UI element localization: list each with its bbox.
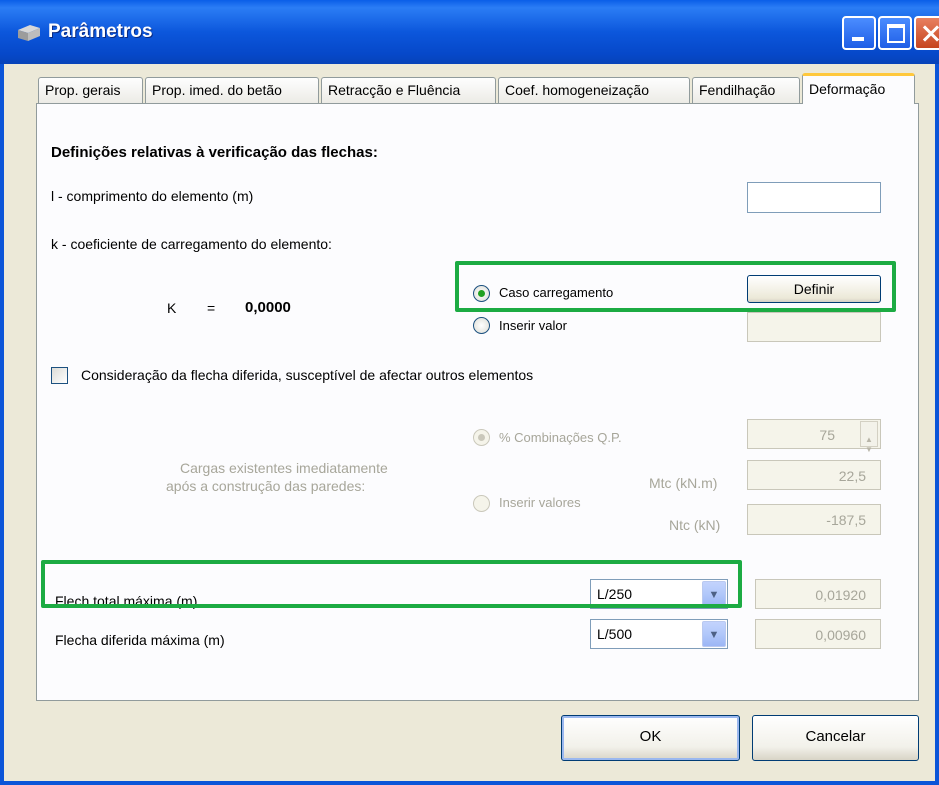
title-bar[interactable]: Parâmetros	[0, 0, 939, 64]
define-button[interactable]: Definir	[747, 275, 881, 303]
flecha-total-label: Flech total máxima (m)	[55, 593, 198, 609]
app-icon	[18, 25, 40, 41]
length-input[interactable]	[747, 182, 881, 213]
flecha-total-value[interactable]: 0,01920	[755, 579, 881, 609]
deformacao-panel: Definições relativas à verificação das f…	[36, 103, 919, 701]
tab-deformacao[interactable]: Deformação	[802, 73, 915, 104]
k-symbol: K	[167, 300, 177, 316]
mtc-input[interactable]: 22,5	[747, 460, 881, 490]
window-title: Parâmetros	[48, 21, 153, 42]
length-label: l - comprimento do elemento (m)	[51, 188, 254, 204]
radio-inserir-valor-label[interactable]: Inserir valor	[499, 318, 567, 333]
radio-inserir-valores-label[interactable]: Inserir valores	[499, 495, 581, 510]
mtc-label: Mtc (kN.m)	[649, 475, 718, 491]
radio-caso-carregamento[interactable]	[473, 285, 490, 302]
radio-inserir-valor[interactable]	[473, 317, 490, 334]
radio-inserir-valores[interactable]	[473, 495, 490, 512]
parameters-dialog: Parâmetros Prop. gerais Prop. imed. do b…	[0, 0, 939, 785]
flecha-total-select-value: L/250	[597, 586, 633, 602]
flecha-diferida-select[interactable]: L/500 ▼	[590, 619, 728, 649]
combinacoes-value: 75	[819, 427, 835, 443]
tab-coef-homogeneizacao[interactable]: Coef. homogeneização	[498, 77, 690, 103]
combinacoes-spinner[interactable]: ▲ ▼	[860, 421, 878, 454]
cancel-button[interactable]: Cancelar	[752, 715, 919, 761]
flecha-diferida-label: Flecha diferida máxima (m)	[55, 632, 225, 648]
flecha-diferida-value[interactable]: 0,00960	[755, 619, 881, 649]
ntc-label: Ntc (kN)	[669, 517, 721, 533]
chevron-down-icon[interactable]: ▼	[702, 621, 726, 647]
deferred-deflection-label[interactable]: Consideração da flecha diferida, suscept…	[81, 367, 533, 383]
k-label: k - coeficiente de carregamento do eleme…	[51, 236, 332, 252]
flecha-diferida-select-value: L/500	[597, 626, 633, 642]
deferred-deflection-checkbox[interactable]	[51, 367, 68, 384]
tab-prop-gerais[interactable]: Prop. gerais	[38, 77, 143, 103]
k-equals: =	[207, 300, 216, 316]
chevron-down-icon[interactable]: ▼	[702, 581, 726, 607]
maximize-button[interactable]	[878, 16, 912, 50]
radio-combinacoes-qp[interactable]	[473, 429, 490, 446]
tab-prop-imed-betao[interactable]: Prop. imed. do betão	[145, 77, 319, 103]
ntc-input[interactable]: -187,5	[747, 504, 881, 535]
tab-fendilhacao[interactable]: Fendilhação	[692, 77, 800, 103]
existing-loads-label-1: Cargas existentes imediatamente	[180, 460, 388, 476]
existing-loads-label-2: após a construção das paredes:	[166, 478, 366, 494]
flecha-total-select[interactable]: L/250 ▼	[590, 579, 728, 609]
inserir-valor-input[interactable]	[747, 312, 881, 342]
close-button[interactable]	[914, 16, 939, 50]
ok-button[interactable]: OK	[561, 715, 740, 761]
tab-retraccao-fluencia[interactable]: Retracção e Fluência	[321, 77, 496, 103]
section-heading: Definições relativas à verificação das f…	[51, 144, 378, 161]
k-value: 0,0000	[245, 299, 291, 316]
minimize-button[interactable]	[842, 16, 876, 50]
radio-combinacoes-qp-label[interactable]: % Combinações Q.P.	[499, 430, 622, 445]
combinacoes-input[interactable]: 75 ▲ ▼	[747, 419, 881, 454]
radio-caso-carregamento-label[interactable]: Caso carregamento	[499, 285, 613, 300]
